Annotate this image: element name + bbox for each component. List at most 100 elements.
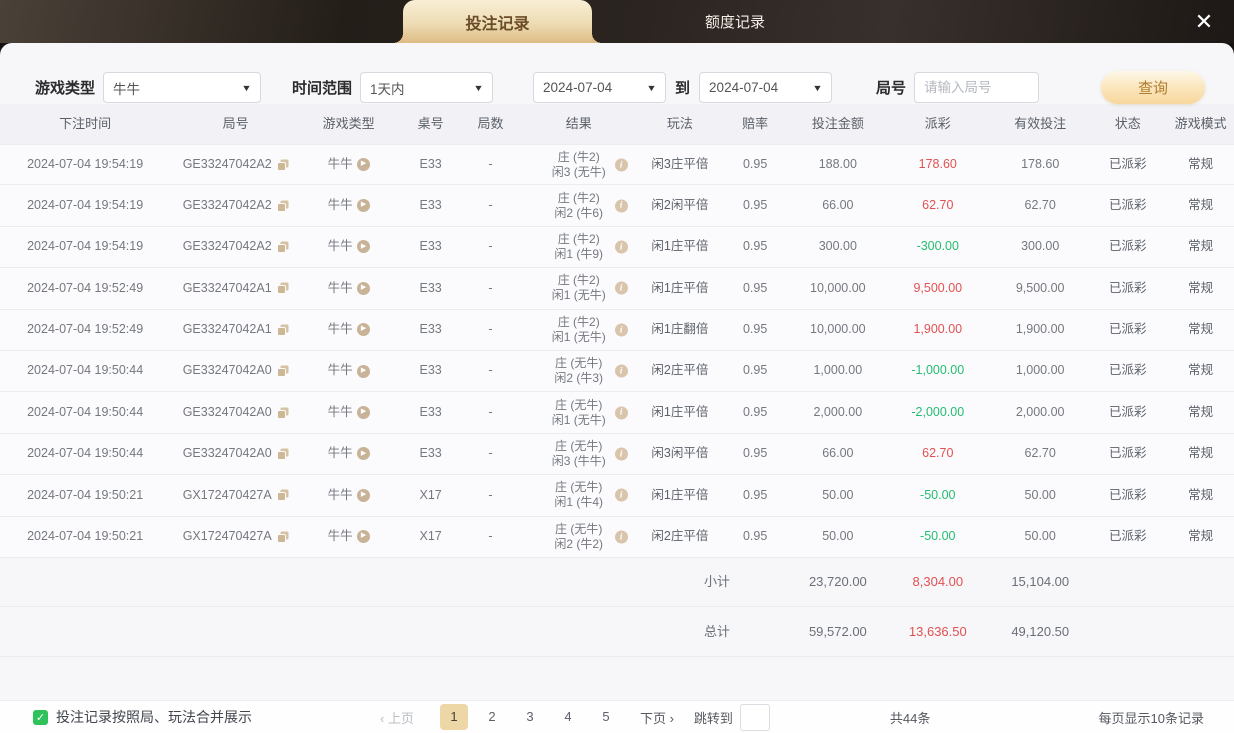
play-icon[interactable]: ▶ (356, 530, 370, 544)
play-icon[interactable]: ▶ (356, 364, 370, 378)
game-type-select[interactable]: 牛牛 ▼ (103, 72, 262, 103)
info-icon[interactable]: i (614, 447, 628, 461)
cell-bet-time: 2024-07-04 19:50:21 (27, 528, 144, 543)
cell-bet-time: 2024-07-04 19:50:21 (27, 487, 144, 502)
page-number-button[interactable]: 1 (439, 704, 468, 730)
tab-bet-records[interactable]: 投注记录 (393, 0, 602, 43)
round-id-label: 局号 (876, 80, 907, 97)
cell-play-type: 闲1庄平倍 (651, 280, 709, 295)
page-number-button[interactable]: 3 (516, 704, 544, 730)
next-page-button[interactable]: 下页 › (640, 708, 674, 727)
copy-icon[interactable] (276, 200, 289, 212)
info-icon[interactable]: i (614, 240, 628, 254)
cell-valid-bet: 1,000.00 (1015, 363, 1065, 378)
cell-status: 已派彩 (1109, 239, 1147, 254)
info-icon[interactable]: i (614, 488, 628, 502)
cell-bet-time: 2024-07-04 19:50:44 (27, 363, 144, 378)
merge-checkbox[interactable]: ✓ (33, 709, 48, 725)
cell-rounds: - (488, 446, 493, 461)
prev-page-button[interactable]: ‹ 上页 (380, 708, 414, 727)
round-id-input[interactable] (914, 72, 1040, 103)
cell-table-no: E33 (419, 239, 442, 254)
info-icon[interactable]: i (614, 406, 628, 420)
cell-game-mode: 常规 (1188, 528, 1214, 543)
cell-game-mode: 常规 (1188, 363, 1214, 378)
info-icon[interactable]: i (614, 364, 628, 378)
top-bar: 投注记录 额度记录 ✕ (0, 0, 1234, 43)
date-to-select[interactable]: 2024-07-04 ▼ (699, 72, 833, 103)
cell-game-mode: 常规 (1188, 197, 1214, 212)
cell-round-id: GE33247042A2 (170, 198, 301, 214)
cell-result: 庄 (牛2) 闲3 (无牛) i (516, 150, 642, 180)
copy-icon[interactable] (276, 324, 289, 336)
total-row: 总计 59,572.00 13,636.50 49,120.50 (0, 607, 1234, 657)
cell-play-type: 闲2闲平倍 (651, 197, 709, 212)
cell-bet-amount: 66.00 (822, 197, 854, 212)
cell-game-mode: 常规 (1188, 239, 1214, 254)
date-to-value: 2024-07-04 (709, 80, 779, 95)
copy-icon[interactable] (276, 489, 289, 502)
play-icon[interactable]: ▶ (356, 240, 370, 254)
info-icon[interactable]: i (614, 281, 628, 295)
copy-icon[interactable] (276, 448, 289, 460)
cell-table-no: E33 (419, 156, 442, 171)
search-button[interactable]: 查询 (1101, 71, 1206, 104)
cell-game-type: 牛牛 ▶ (301, 363, 396, 379)
page-number-list: 12345 (439, 704, 630, 730)
jump-page-input[interactable] (739, 703, 770, 731)
cell-bet-time: 2024-07-04 19:54:19 (27, 197, 144, 212)
info-icon[interactable]: i (614, 199, 628, 213)
tab-quota-records[interactable]: 额度记录 (640, 0, 830, 43)
play-icon[interactable]: ▶ (356, 158, 370, 172)
copy-icon[interactable] (276, 159, 289, 171)
cell-status: 已派彩 (1109, 446, 1147, 461)
subtotal-bet: 23,720.00 (808, 574, 867, 590)
info-icon[interactable]: i (614, 158, 628, 172)
cell-bet-amount: 50.00 (822, 528, 854, 543)
chevron-down-icon: ▼ (241, 82, 252, 93)
cell-play-type: 闲2庄平倍 (651, 363, 709, 378)
cell-round-id: GE33247042A2 (170, 239, 301, 255)
info-icon[interactable]: i (614, 530, 628, 544)
table-row: 2024-07-04 19:50:21 GX172470427A 牛牛 ▶ X17 - 庄 … (0, 516, 1234, 558)
copy-icon[interactable] (276, 241, 289, 253)
cell-payout: 1,900.00 (913, 321, 963, 336)
info-icon[interactable]: i (614, 323, 628, 337)
time-range-value: 1天内 (370, 81, 405, 97)
page-number-button[interactable]: 5 (592, 704, 620, 730)
page-number-button[interactable]: 2 (478, 704, 506, 730)
cell-odds: 0.95 (742, 280, 768, 295)
play-icon[interactable]: ▶ (356, 281, 370, 295)
cell-round-id: GE33247042A0 (170, 363, 301, 379)
cell-payout: -2,000.00 (911, 404, 965, 419)
cell-table-no: X17 (419, 528, 442, 543)
cell-status: 已派彩 (1109, 197, 1147, 212)
copy-icon[interactable] (276, 531, 289, 543)
play-icon[interactable]: ▶ (356, 488, 370, 502)
cell-rounds: - (488, 528, 493, 543)
copy-icon[interactable] (276, 365, 289, 378)
cell-bet-amount: 10,000.00 (810, 280, 866, 295)
time-range-select[interactable]: 1天内 ▼ (360, 72, 494, 103)
play-icon[interactable]: ▶ (356, 323, 370, 337)
page-number-button[interactable]: 4 (554, 704, 582, 730)
play-icon[interactable]: ▶ (356, 406, 370, 420)
game-type-label: 游戏类型 (35, 80, 96, 97)
subtotal-label: 小计 (703, 574, 730, 590)
cell-odds: 0.95 (742, 404, 768, 419)
cell-game-type: 牛牛 ▶ (301, 239, 396, 255)
cell-round-id: GE33247042A2 (170, 157, 301, 173)
cell-play-type: 闲2庄平倍 (651, 528, 709, 543)
column-header: 有效投注 (1014, 115, 1067, 131)
date-from-select[interactable]: 2024-07-04 ▼ (533, 72, 667, 103)
cell-payout: -50.00 (920, 487, 956, 502)
cell-status: 已派彩 (1109, 528, 1147, 543)
copy-icon[interactable] (276, 407, 289, 419)
play-icon[interactable]: ▶ (356, 199, 370, 213)
cell-result: 庄 (牛2) 闲1 (牛9) i (516, 232, 642, 262)
copy-icon[interactable] (276, 282, 289, 295)
cell-play-type: 闲3闲平倍 (651, 446, 709, 461)
close-button[interactable]: ✕ (1184, 0, 1224, 43)
play-icon[interactable]: ▶ (356, 447, 370, 461)
cell-status: 已派彩 (1109, 321, 1147, 336)
